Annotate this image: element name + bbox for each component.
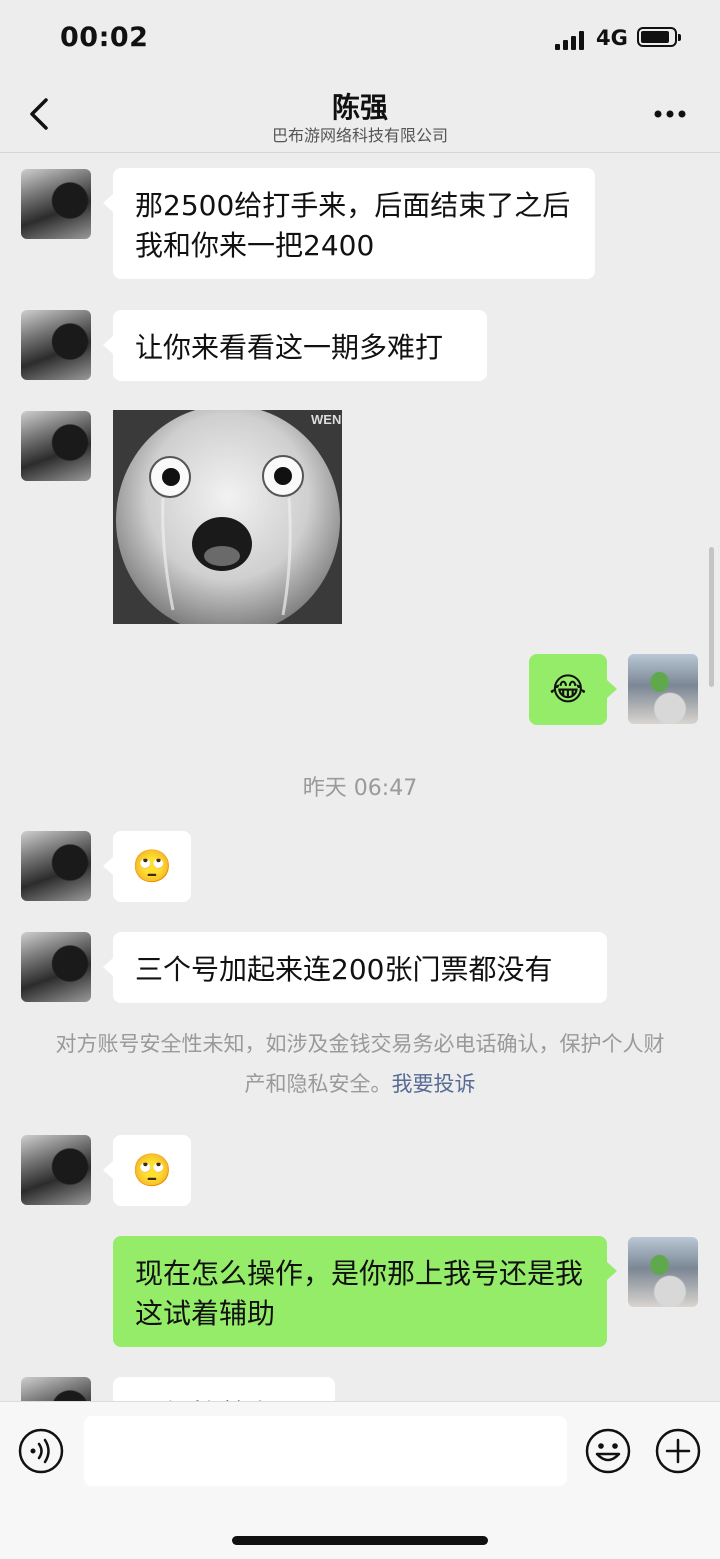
security-notice-text: 对方账号安全性未知，如涉及金钱交易务必电话确认，保护个人财产和隐私安全。	[55, 1032, 665, 1096]
contact-avatar[interactable]	[21, 411, 91, 481]
input-bar	[0, 1401, 720, 1559]
contact-avatar[interactable]	[21, 1135, 91, 1205]
voice-icon[interactable]	[18, 1428, 64, 1474]
sticker-watermark: WEN	[311, 412, 341, 427]
emoji-message[interactable]: 😂	[529, 654, 617, 725]
contact-avatar[interactable]	[21, 831, 91, 901]
my-avatar[interactable]	[628, 1237, 698, 1307]
message-bubble[interactable]: 还得炉着上面	[113, 1377, 335, 1401]
message-input[interactable]	[84, 1416, 567, 1486]
scrollbar[interactable]	[709, 547, 714, 687]
emoji-message[interactable]: 🙄	[103, 831, 191, 902]
my-avatar[interactable]	[628, 654, 698, 724]
message-bubble[interactable]: 三个号加起来连200张门票都没有	[103, 932, 607, 1003]
message-list[interactable]: 那2500给打手来，后面结束了之后我和你来一把2400 让你来看看这一期多难打 …	[0, 153, 720, 1401]
sticker-image[interactable]: WEN	[113, 410, 342, 624]
report-link[interactable]: 我要投诉	[392, 1072, 476, 1096]
emoji-message[interactable]: 🙄	[103, 1135, 191, 1206]
battery-icon	[637, 27, 681, 47]
contact-avatar[interactable]	[21, 310, 91, 380]
emoji-icon[interactable]	[585, 1428, 631, 1474]
network-type: 4G	[596, 26, 628, 50]
contact-company: 巴布游网络科技有限公司	[271, 126, 448, 145]
more-options-icon[interactable]	[650, 104, 690, 124]
status-bar: 00:02 4G	[0, 0, 720, 80]
timestamp: 昨天 06:47	[302, 776, 418, 801]
chat-header: 陈强 巴布游网络科技有限公司	[0, 80, 720, 153]
home-indicator[interactable]	[232, 1536, 488, 1545]
message-bubble[interactable]: 现在怎么操作，是你那上我号还是我这试着辅助	[113, 1236, 617, 1347]
message-bubble[interactable]: 让你来看看这一期多难打	[103, 310, 487, 381]
message-bubble[interactable]: 那2500给打手来，后面结束了之后我和你来一把2400	[103, 168, 595, 279]
contact-name: 陈强	[331, 91, 388, 124]
status-time: 00:02	[60, 22, 149, 53]
contact-avatar[interactable]	[21, 169, 91, 239]
plus-icon[interactable]	[655, 1428, 701, 1474]
contact-avatar[interactable]	[21, 932, 91, 1002]
contact-avatar[interactable]	[21, 1377, 91, 1401]
security-notice: 对方账号安全性未知，如涉及金钱交易务必电话确认，保护个人财产和隐私安全。我要投诉	[50, 1024, 670, 1104]
signal-icon	[555, 30, 587, 50]
